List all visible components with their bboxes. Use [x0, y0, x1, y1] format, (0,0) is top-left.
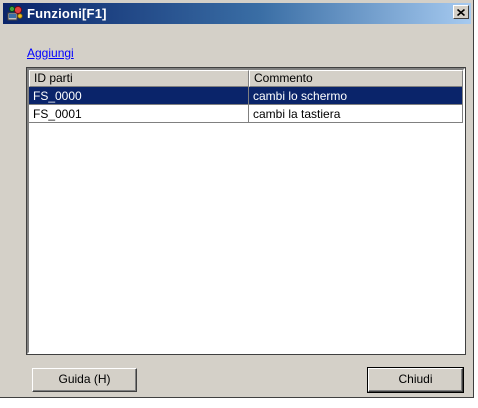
functions-list[interactable]: ID parti Commento FS_0000 cambi lo scher…: [26, 67, 466, 355]
window-title: Funzioni[F1]: [27, 6, 107, 21]
row-id-cell: FS_0001: [29, 105, 249, 122]
list-header: ID parti Commento: [29, 70, 463, 87]
app-functions-icon: [6, 5, 24, 22]
column-header-comment[interactable]: Commento: [249, 70, 463, 87]
row-comment-cell: cambi la tastiera: [249, 105, 463, 122]
table-row[interactable]: FS_0001 cambi la tastiera: [29, 105, 463, 123]
help-button[interactable]: Guida (H): [32, 368, 137, 392]
row-id-cell: FS_0000: [29, 87, 249, 104]
add-link[interactable]: Aggiungi: [27, 46, 74, 60]
close-window-button[interactable]: [453, 5, 469, 19]
table-row[interactable]: FS_0000 cambi lo schermo: [29, 87, 463, 105]
dialog-window: Funzioni[F1] Aggiungi ID parti Commento …: [0, 0, 474, 398]
title-bar[interactable]: Funzioni[F1]: [3, 3, 471, 24]
close-button[interactable]: Chiudi: [367, 367, 464, 393]
row-comment-cell: cambi lo schermo: [249, 87, 463, 104]
close-icon: [457, 8, 465, 16]
column-header-id[interactable]: ID parti: [29, 70, 249, 87]
